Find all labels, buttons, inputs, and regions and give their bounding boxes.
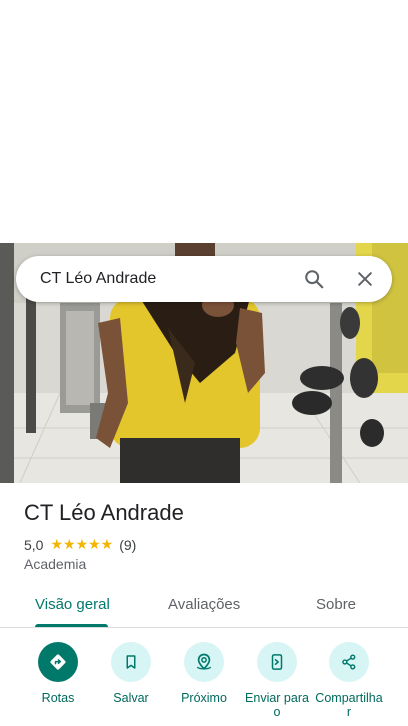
bookmark-icon[interactable]	[111, 642, 151, 682]
tab-overview[interactable]: Visão geral	[35, 596, 110, 613]
rating-value: 5,0	[24, 536, 44, 553]
nearby-icon[interactable]	[184, 642, 224, 682]
send-to-phone-label: Enviar para o	[245, 691, 309, 719]
save-button[interactable]: Salvar	[91, 642, 171, 705]
review-count[interactable]: (9)	[119, 537, 136, 553]
send-to-phone-icon[interactable]	[257, 642, 297, 682]
nearby-button[interactable]: Próximo	[164, 642, 244, 705]
search-bar[interactable]: CT Léo Andrade	[16, 256, 392, 302]
tab-divider	[0, 627, 408, 628]
tab-about[interactable]: Sobre	[316, 596, 356, 613]
place-category[interactable]: Academia	[24, 556, 86, 572]
save-label: Salvar	[113, 691, 149, 705]
directions-icon[interactable]	[38, 642, 78, 682]
place-title: CT Léo Andrade	[24, 500, 184, 525]
directions-button[interactable]: Rotas	[18, 642, 98, 705]
rating-row[interactable]: 5,0 ★★★★★ (9)	[24, 536, 136, 553]
share-label: Compartilhar	[315, 691, 383, 719]
tab-reviews[interactable]: Avaliações	[168, 596, 240, 613]
share-button[interactable]: Compartilhar	[309, 642, 389, 719]
search-icon[interactable]	[302, 267, 326, 291]
rating-stars: ★★★★★	[50, 536, 114, 552]
map-area[interactable]	[0, 0, 408, 243]
send-to-phone-button[interactable]: Enviar para o	[237, 642, 317, 719]
close-icon[interactable]	[353, 267, 377, 291]
share-icon[interactable]	[329, 642, 369, 682]
directions-label: Rotas	[41, 691, 75, 705]
search-query[interactable]: CT Léo Andrade	[40, 270, 156, 288]
nearby-label: Próximo	[181, 691, 227, 705]
